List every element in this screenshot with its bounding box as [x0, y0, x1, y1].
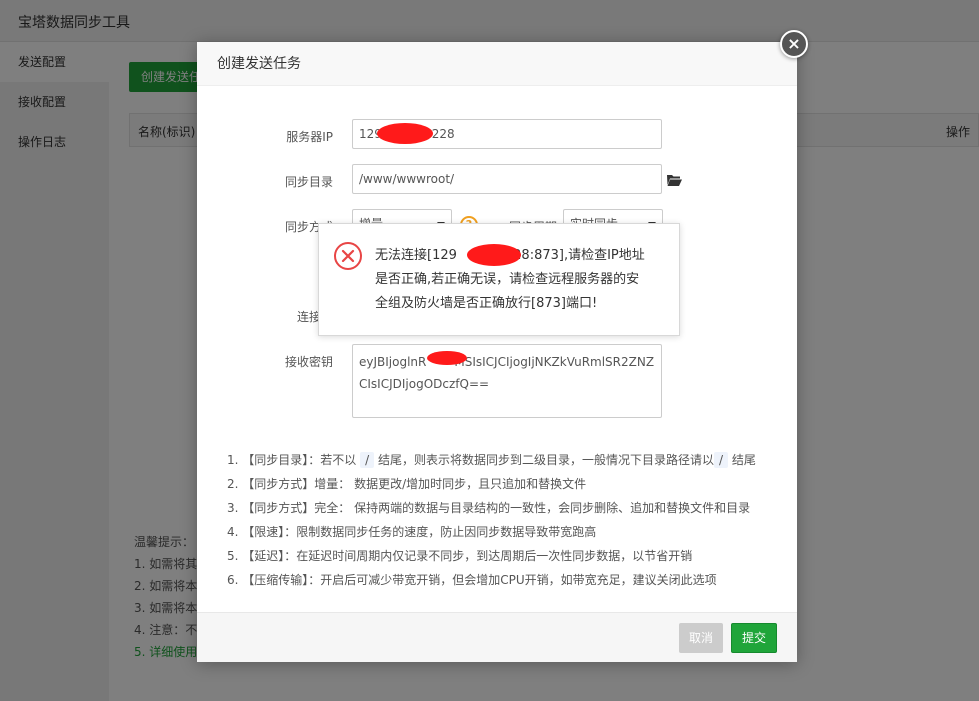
- modal-footer: 取消 提交: [197, 612, 797, 662]
- notes-list: 1. 【同步目录】：若不以 / 结尾，则表示将数据同步到二级目录，一般情况下目录…: [227, 448, 787, 592]
- server-ip-label: 服务器IP: [286, 130, 333, 144]
- redaction-mark: [377, 123, 433, 144]
- note-item: 6. 【压缩传输】：开启后可减少带宽开销，但会增加CPU开销，如带宽充足，建议关…: [227, 573, 717, 587]
- note-item: 5. 【延迟】：在延迟时间周期内仅记录不同步，到达周期后一次性同步数据，以节省开…: [227, 549, 693, 563]
- redaction-mark: [427, 351, 467, 365]
- secret-key-textarea[interactable]: eyJBIjoglnR MSIsICJCIjogIjNKZkVuRmlSR2ZNZ…: [352, 344, 662, 418]
- error-icon: [334, 242, 362, 270]
- close-icon[interactable]: ×: [780, 30, 808, 58]
- folder-open-icon[interactable]: [666, 173, 682, 187]
- redaction-mark: [467, 244, 521, 266]
- server-ip-value-tail: 228: [431, 127, 455, 141]
- secret-key-value-head: eyJBIjoglnR: [359, 355, 427, 369]
- submit-button[interactable]: 提交: [730, 623, 777, 653]
- sync-dir-label: 同步目录: [284, 175, 333, 189]
- sync-dir-input[interactable]: /www/wwwroot/: [352, 164, 662, 194]
- note-item: 2. 【同步方式】增量： 数据更改/增加时同步，且只追加和替换文件: [227, 477, 587, 491]
- secret-key-label: 接收密钥: [284, 355, 333, 369]
- error-dialog: 无法连接[129 228:873],请检查IP地址 是否正确,若正确无误，请检查远…: [318, 223, 680, 336]
- note-item: 4. 【限速】：限制数据同步任务的速度，防止因同步数据导致带宽跑高: [227, 525, 597, 539]
- cancel-button[interactable]: 取消: [678, 623, 723, 653]
- note-item: 3. 【同步方式】完全： 保持两端的数据与目录结构的一致性，会同步删除、追加和替…: [227, 501, 751, 515]
- note-item: 1. 【同步目录】：若不以 / 结尾，则表示将数据同步到二级目录，一般情况下目录…: [227, 452, 756, 468]
- modal-title: 创建发送任务: [197, 42, 797, 86]
- error-message: 无法连接[129 228:873],请检查IP地址 是否正确,若正确无误，请检查远…: [375, 248, 645, 311]
- create-task-modal: 创建发送任务 服务器IP 129. 228 同步目录 /www/wwwroot/ …: [197, 42, 797, 662]
